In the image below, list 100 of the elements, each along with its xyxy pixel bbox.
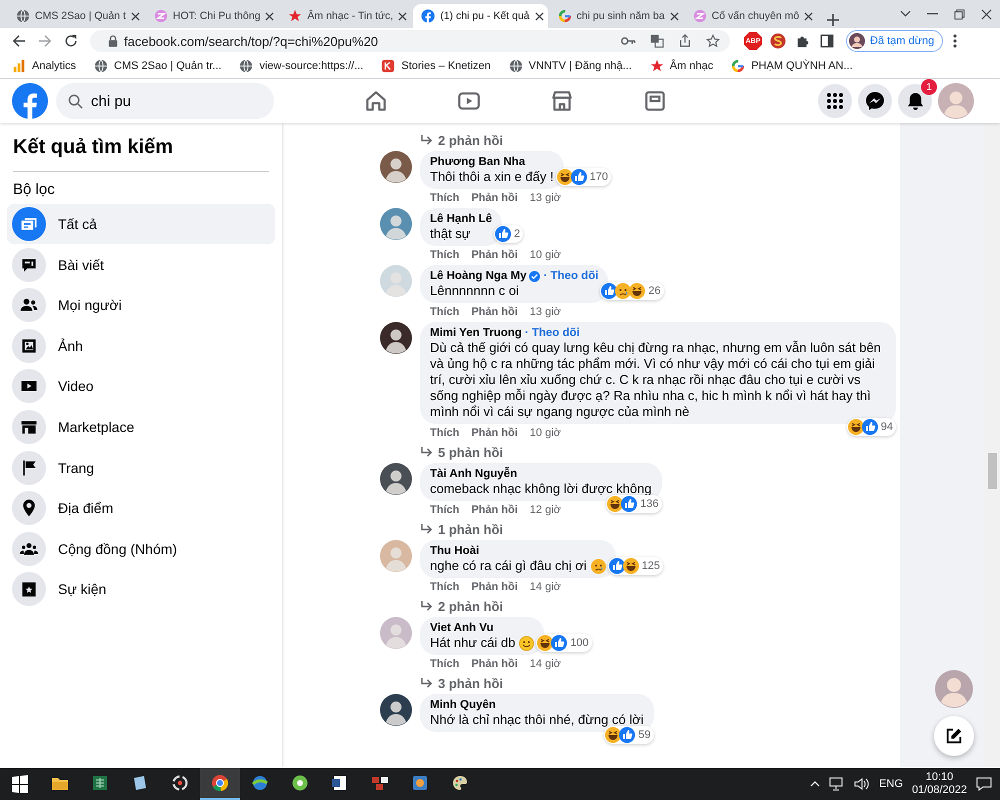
bookmark[interactable]: VNNTV | Đăng nhậ...	[508, 59, 632, 73]
commenter-name[interactable]: Viet Anh Vu	[430, 622, 494, 634]
replies-link[interactable]: 5 phản hồi	[420, 443, 503, 462]
avatar-icon[interactable]	[380, 151, 412, 183]
commenter-name[interactable]: Tài Anh Nguyễn	[430, 468, 518, 480]
comment-action[interactable]: Phản hồi	[471, 192, 518, 204]
puzzle-icon[interactable]	[796, 34, 810, 48]
avatar-icon[interactable]	[380, 463, 412, 495]
close-icon[interactable]	[265, 12, 274, 20]
close-icon[interactable]	[804, 12, 814, 20]
comment-action[interactable]: Phản hồi	[471, 249, 518, 261]
filter-item[interactable]: Cộng đồng (Nhóm)	[7, 528, 275, 569]
follow-link[interactable]: · Theo dõi	[524, 327, 580, 339]
filter-item[interactable]: Trang	[7, 448, 275, 488]
follow-link[interactable]: · Theo dõi	[543, 270, 598, 282]
commenter-name[interactable]: Mimi Yen Truong	[430, 327, 522, 339]
filter-item[interactable]: Tất cả	[7, 204, 275, 244]
bookmark[interactable]: Âm nhạc	[650, 59, 714, 73]
share-icon[interactable]	[678, 34, 692, 48]
reaction-count[interactable]: 170	[556, 168, 611, 186]
star-icon[interactable]	[706, 34, 720, 48]
scrollbar[interactable]	[985, 123, 1000, 768]
reaction-count[interactable]: 100	[536, 634, 592, 652]
filter-item[interactable]: Sự kiện	[7, 569, 275, 610]
close-icon[interactable]	[398, 12, 408, 20]
bookmark[interactable]: Analytics	[12, 59, 76, 73]
replies-link[interactable]: 2 phản hồi	[420, 597, 503, 616]
comment-action[interactable]: Thích	[430, 249, 460, 261]
close-icon[interactable]	[670, 12, 679, 20]
commenter-name[interactable]: Lê Hoàng Nga My	[430, 270, 526, 282]
comment-action[interactable]: Thích	[430, 658, 460, 670]
speaker-icon[interactable]	[854, 777, 870, 791]
reaction-count[interactable]: 59	[604, 726, 654, 744]
browser-tab[interactable]: CMS 2Sao | Quản t	[8, 4, 144, 28]
minimize-icon[interactable]	[927, 13, 938, 15]
comment-action[interactable]: Thích	[430, 192, 460, 204]
avatar-icon[interactable]	[380, 322, 412, 354]
filter-item[interactable]: Video	[7, 366, 275, 406]
clock[interactable]: 10:10 01/08/2022	[912, 771, 967, 797]
reaction-count[interactable]: 94	[846, 418, 896, 436]
taskbar-button[interactable]	[200, 768, 240, 800]
browser-tab[interactable]: Âm nhạc - Tin tức,	[280, 4, 412, 28]
commenter-name[interactable]: Phương Ban Nha	[430, 156, 526, 168]
extension-icon[interactable]	[770, 33, 786, 49]
comment-action[interactable]: Thích	[430, 427, 460, 439]
menu-icon[interactable]	[953, 34, 958, 48]
bookmark[interactable]: Stories – Knetizen	[381, 59, 491, 73]
comment-action[interactable]: Thích	[430, 581, 460, 593]
restore-icon[interactable]	[954, 8, 965, 20]
menu-button[interactable]	[818, 84, 852, 118]
network-icon[interactable]	[829, 777, 846, 791]
comment-action[interactable]: Phản hồi	[471, 581, 518, 593]
notifications-button[interactable]	[898, 84, 932, 118]
comment-action[interactable]: Thích	[430, 504, 460, 516]
close-icon[interactable]	[130, 12, 140, 20]
notification-icon[interactable]	[976, 776, 992, 792]
avatar-icon[interactable]	[380, 694, 412, 726]
reaction-count[interactable]: 26	[600, 282, 664, 300]
close-icon[interactable]	[534, 12, 544, 20]
browser-tab[interactable]: HOT: Chi Pu thông	[146, 4, 278, 28]
key-icon[interactable]	[621, 36, 636, 46]
reaction-count[interactable]: 136	[606, 495, 662, 513]
browser-tab[interactable]: Cố vấn chuyên mô	[684, 4, 818, 28]
browser-tab[interactable]: (1) chi pu - Kết quả	[413, 4, 548, 28]
plus-icon[interactable]	[827, 14, 840, 26]
reaction-count[interactable]: 125	[608, 557, 664, 575]
replies-link[interactable]: 1 phản hồi	[420, 520, 503, 539]
bookmark[interactable]: CMS 2Sao | Quản tr...	[94, 59, 222, 73]
replies-link[interactable]: 2 phản hồi	[420, 131, 503, 150]
address-bar[interactable]: facebook.com/search/top/?q=chi%20pu%20	[90, 30, 730, 52]
filter-item[interactable]: Marketplace	[7, 406, 275, 447]
commenter-name[interactable]: Minh Quyên	[430, 699, 496, 711]
back-icon[interactable]	[12, 34, 26, 48]
comment-action[interactable]: Thích	[430, 306, 460, 318]
reload-icon[interactable]	[64, 34, 78, 48]
filter-item[interactable]: Ảnh	[7, 326, 275, 366]
filter-item[interactable]: Địa điểm	[7, 488, 275, 528]
comment-action[interactable]: Phản hồi	[471, 427, 518, 439]
comment-action[interactable]: Phản hồi	[471, 658, 518, 670]
browser-tab[interactable]: chi pu sinh năm ba	[550, 4, 683, 28]
filter-item[interactable]: Mọi người	[7, 285, 275, 326]
bookmark[interactable]: PHẠM QUỲNH AN...	[731, 59, 853, 73]
logo-icon[interactable]	[12, 83, 48, 119]
replies-link[interactable]: 3 phản hồi	[420, 674, 503, 693]
bookmark[interactable]: view-source:https://...	[239, 59, 364, 73]
messenger-button[interactable]	[858, 84, 892, 118]
sidebar-icon[interactable]	[820, 34, 834, 48]
search-field[interactable]: chi pu	[56, 83, 274, 119]
commenter-name[interactable]: Thu Hoài	[430, 545, 480, 557]
profile-button[interactable]: Đã tạm dừng	[846, 30, 944, 52]
commenter-name[interactable]: Lê Hạnh Lê	[430, 213, 492, 225]
reaction-count[interactable]: 2	[494, 225, 524, 243]
translate-icon[interactable]	[650, 34, 664, 48]
comment-action[interactable]: Phản hồi	[471, 306, 518, 318]
filter-item[interactable]: Bài viết	[7, 244, 275, 285]
close-icon[interactable]	[981, 8, 992, 20]
caret-up-icon[interactable]	[810, 781, 820, 787]
language-indicator[interactable]: ENG	[879, 778, 903, 790]
comment-action[interactable]: Phản hồi	[471, 504, 518, 516]
caret-icon[interactable]	[900, 10, 911, 18]
